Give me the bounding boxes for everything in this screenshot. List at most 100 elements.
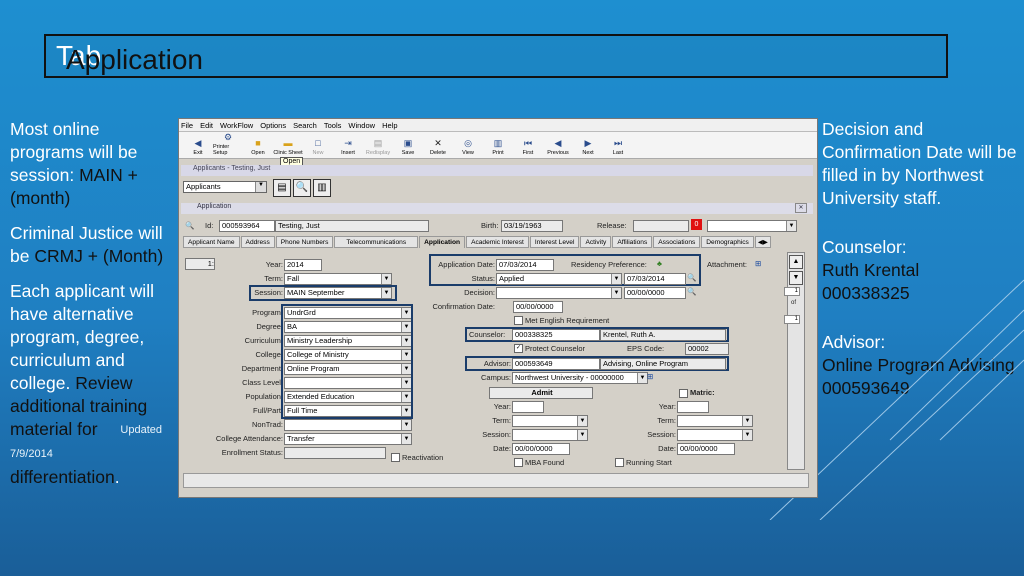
decision-date-field[interactable]: 00/00/0000 [624,287,686,299]
tab-interest-level[interactable]: Interest Level [529,236,580,248]
menu-window[interactable]: Window [348,121,375,130]
counselor-id-field[interactable]: 000338325 [512,329,600,341]
birth-label: Birth: [481,221,499,230]
form-button[interactable]: ▥ [313,179,331,197]
query-button[interactable]: 🔍 [293,179,311,197]
menu-workflow[interactable]: WorkFlow [220,121,253,130]
admit-term-select[interactable]: ▼ [512,415,588,427]
menu-help[interactable]: Help [382,121,397,130]
chevron-down-icon[interactable]: ▼ [255,182,266,192]
tab-academic-interest[interactable]: Academic Interest [466,236,529,248]
first-label: First [522,150,534,156]
last-button[interactable]: ⏭ Last [603,132,633,158]
tab-demographics[interactable]: Demographics [701,236,754,248]
chevron-down-icon[interactable]: ▼ [611,288,621,298]
reactivation-checkbox[interactable] [391,453,400,462]
status-value: Applied [499,274,525,283]
matric-date-field[interactable]: 00/00/0000 [677,443,735,455]
chevron-down-icon[interactable]: ▼ [401,434,411,444]
scroll-down-icon[interactable]: ▼ [789,271,803,285]
delete-button[interactable]: ✕ Delete [423,132,453,158]
application-date-field[interactable]: 07/03/2014 [496,259,554,271]
menu-search[interactable]: Search [293,121,317,130]
met-english-checkbox[interactable] [514,316,523,325]
protect-counselor-checkbox[interactable]: ✓ [514,344,523,353]
tab-activity[interactable]: Activity [580,236,612,248]
chevron-down-icon[interactable]: ▼ [577,416,587,426]
term-select[interactable]: Fall ▼ [284,273,392,285]
tab-address[interactable]: Address [240,236,275,248]
running-start-checkbox[interactable] [615,458,624,467]
chevron-down-icon[interactable]: ▼ [401,420,411,430]
right-notes: Decision and Confirmation Date will be f… [822,118,1022,426]
attachment-icon[interactable]: ⊞ [755,259,761,268]
next-button[interactable]: ▶ Next [573,132,603,158]
chevron-down-icon[interactable]: ▼ [742,430,752,440]
menu-file[interactable]: File [181,121,193,130]
first-button[interactable]: ⏮ First [513,132,543,158]
folder-icon: ■ [255,138,261,148]
close-icon[interactable]: ✕ [795,203,807,213]
menu-tools[interactable]: Tools [324,121,342,130]
insert-icon: ⇥ [344,138,352,148]
view-button[interactable]: ◎ View [453,132,483,158]
matric-term-select[interactable]: ▼ [677,415,753,427]
tab-telecommunications[interactable]: Telecommunications [334,236,419,248]
status-select[interactable]: Applied ▼ [496,273,622,285]
tab-affiliations[interactable]: Affiliations [612,236,653,248]
tab-applicant-name[interactable]: Applicant Name [183,236,240,248]
admit-year-field[interactable] [512,401,544,413]
search-icon[interactable]: 🔍 [185,221,194,230]
chevron-down-icon[interactable]: ▼ [381,274,391,284]
confirmation-date-field[interactable]: 00/00/0000 [513,301,563,313]
tab-scroll-arrows[interactable]: ◀▶ [754,236,771,248]
save-button[interactable]: ▣ Save [393,132,423,158]
enrollment-status-field [284,447,386,459]
applicants-select[interactable]: Applicants ▼ [183,181,267,193]
id-field[interactable]: 000593964 [219,220,275,232]
scroll-up-icon[interactable]: ▲ [789,255,803,269]
magnifier-icon[interactable]: 🔍 [687,273,696,282]
release-select[interactable]: ▼ [707,220,797,232]
admit-date-field[interactable]: 00/00/0000 [512,443,570,455]
advisor-id-field[interactable]: 000593649 [512,358,600,370]
chevron-down-icon[interactable]: ▼ [577,430,587,440]
new-button[interactable]: □ New [303,132,333,158]
nontrad-select[interactable]: ▼ [284,419,412,431]
menu-options[interactable]: Options [260,121,286,130]
record-scrollbar[interactable]: ▲ ▼ [787,252,805,470]
list-button[interactable]: ▤ [273,179,291,197]
year-field[interactable]: 2014 [284,259,322,271]
chevron-down-icon[interactable]: ▼ [786,221,796,231]
status-date-field[interactable]: 07/03/2014 [624,273,686,285]
note-advisor: Advisor: Online Program Advising 000593649 [822,331,1022,400]
print-button[interactable]: ▥ Print [483,132,513,158]
chevron-down-icon[interactable]: ▼ [637,373,647,383]
admit-session-select[interactable]: ▼ [512,429,588,441]
matric-session-select[interactable]: ▼ [677,429,753,441]
mba-found-checkbox[interactable] [514,458,523,467]
menu-edit[interactable]: Edit [200,121,213,130]
chevron-down-icon[interactable]: ▼ [611,274,621,284]
tab-associations[interactable]: Associations [653,236,701,248]
full-part-label: Full/Part: [252,406,283,415]
campus-lookup-icon[interactable]: ⊞ [647,372,653,381]
delete-label: Delete [430,150,446,156]
tab-phone-numbers[interactable]: Phone Numbers [275,236,334,248]
exit-button[interactable]: ◀ Exit [183,132,213,158]
matric-year-field[interactable] [677,401,709,413]
advisor-label: Advisor: [483,359,511,368]
redisplay-button[interactable]: ▤ Redisplay [363,132,393,158]
campus-select[interactable]: Northwest University - 00000000 ▼ [512,372,648,384]
open-button[interactable]: ■ Open [243,132,273,158]
chevron-down-icon[interactable]: ▼ [742,416,752,426]
previous-button[interactable]: ◀ Previous [543,132,573,158]
insert-button[interactable]: ⇥ Insert [333,132,363,158]
college-attendance-select[interactable]: Transfer ▼ [284,433,412,445]
printer-setup-button[interactable]: ⚙ Printer Setup [213,132,243,158]
matric-checkbox[interactable] [679,389,688,398]
clinic-sheet-button[interactable]: ▬ Clinic Sheet [273,132,303,158]
tab-application[interactable]: Application [419,236,466,248]
magnifier-icon[interactable]: 🔍 [687,287,696,296]
decision-select[interactable]: ▼ [496,287,622,299]
